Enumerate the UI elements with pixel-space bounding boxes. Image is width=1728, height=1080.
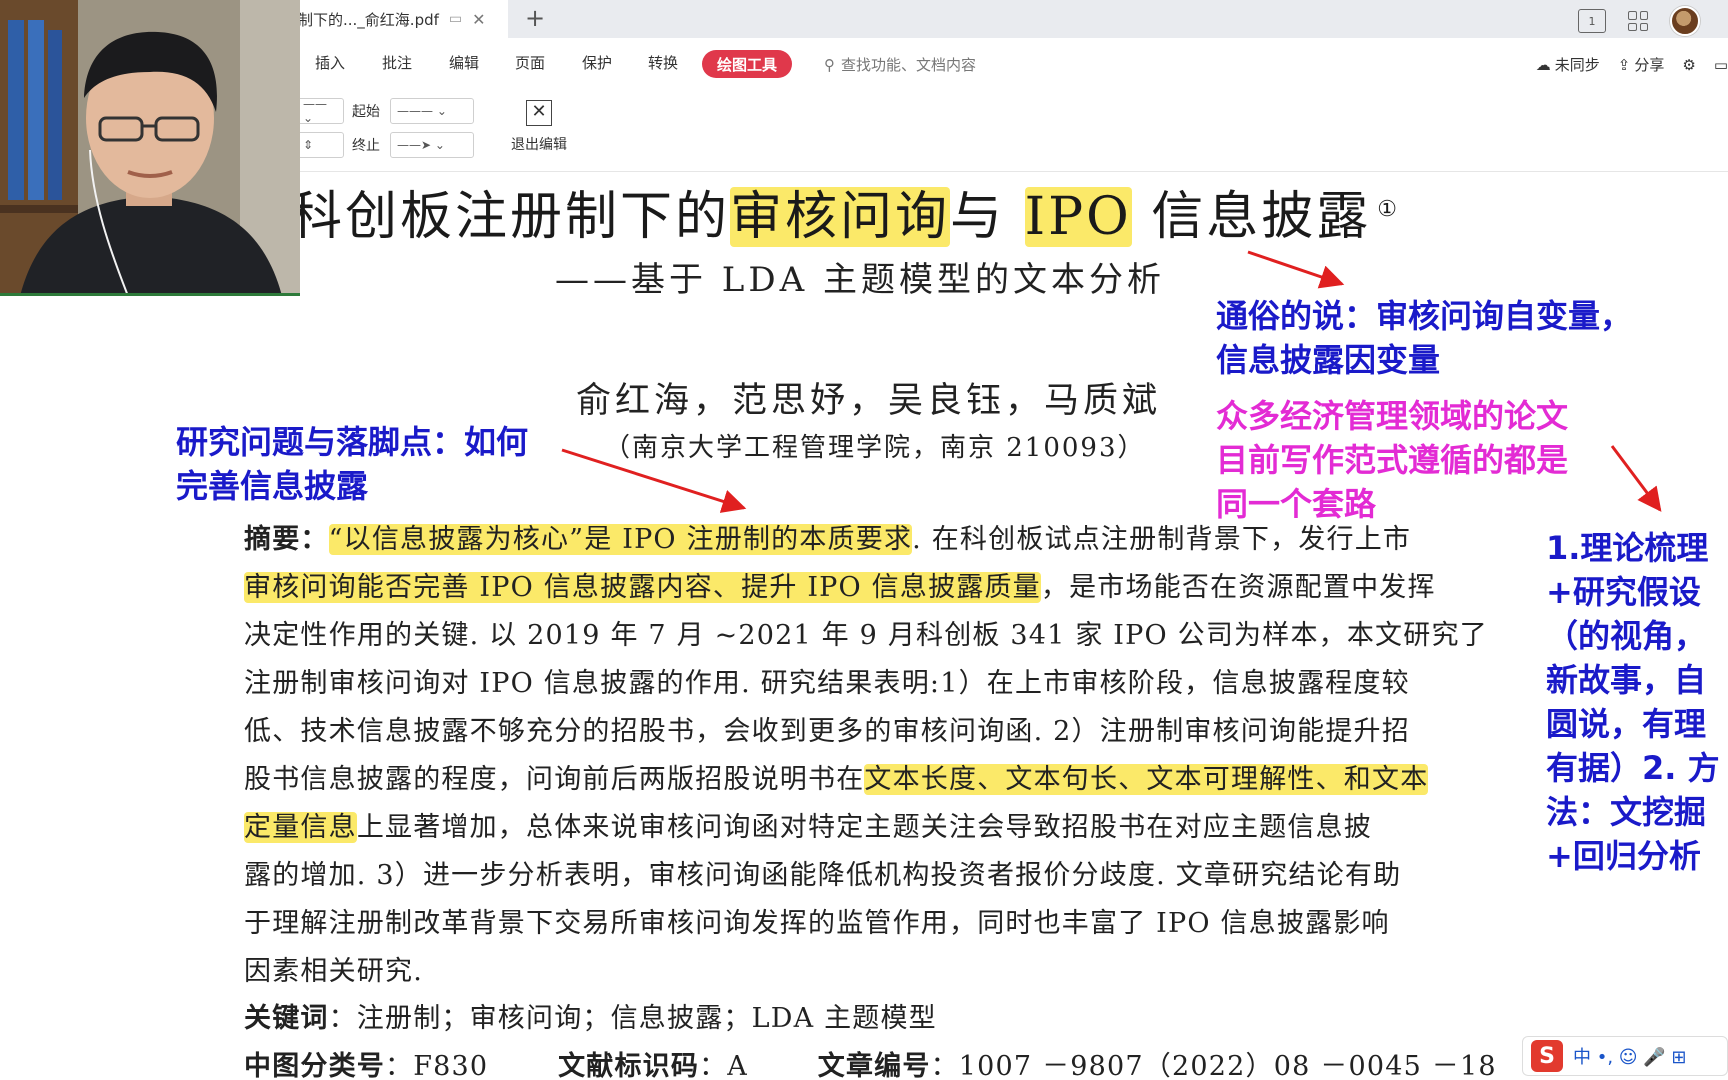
arrow-to-popular-note <box>1247 250 1345 289</box>
webcam-overlay <box>0 0 300 296</box>
arrow-to-abstract <box>561 448 747 513</box>
ime-toolbar[interactable]: S 中 •, ☺ 🎤 ⊞ <box>1522 1036 1728 1076</box>
ime-status: 中 •, ☺ 🎤 ⊞ <box>1573 1047 1687 1068</box>
presenter-video <box>0 0 300 293</box>
sogou-logo-icon: S <box>1531 1040 1563 1072</box>
arrow-to-steps <box>1610 445 1662 512</box>
